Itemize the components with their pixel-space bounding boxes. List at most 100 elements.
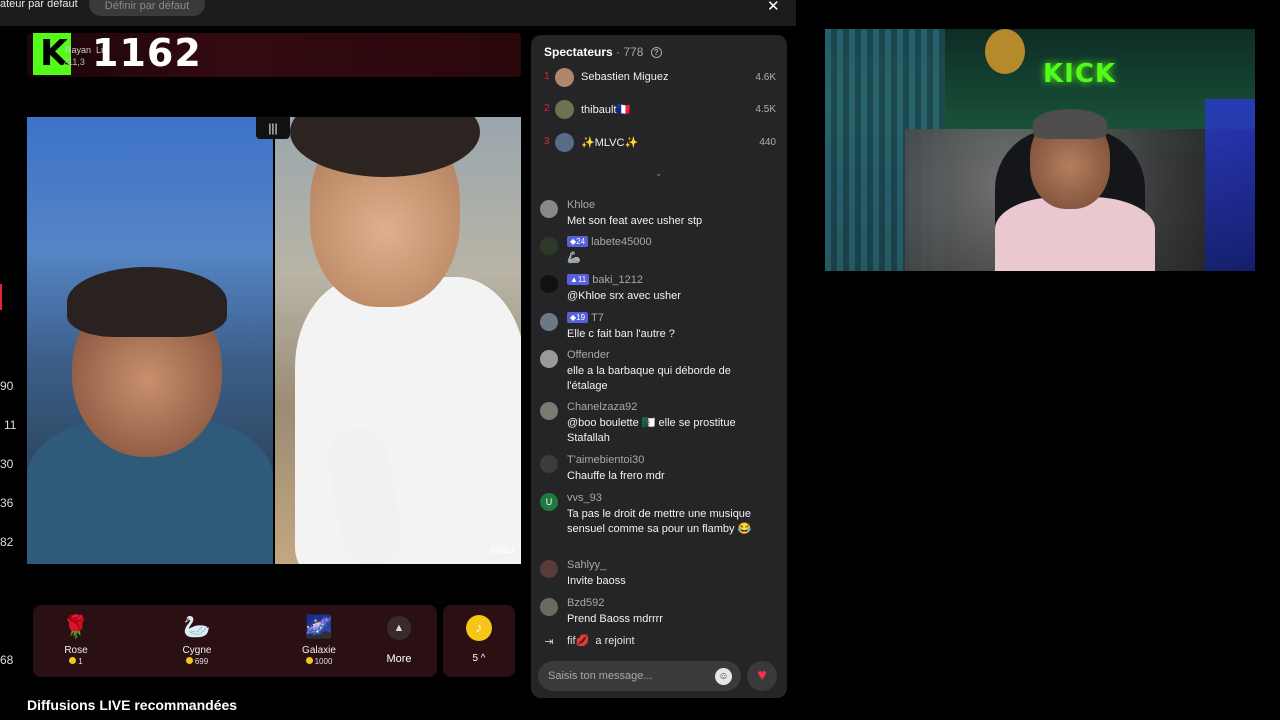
galaxy-icon: 🌌	[305, 614, 333, 639]
avatar[interactable]	[540, 200, 558, 218]
enter-icon: ⇥	[544, 636, 554, 648]
avatar[interactable]	[540, 402, 558, 420]
chat-text: 🦾	[567, 252, 581, 264]
viewer-score: 440	[759, 137, 776, 148]
emoji-icon[interactable]: ☺	[715, 668, 732, 685]
side-number: 36	[0, 496, 14, 510]
chat-text: Met son feat avec usher stp	[567, 215, 703, 227]
avatar[interactable]	[540, 313, 558, 331]
blue-lights	[1205, 99, 1255, 271]
gift-swan[interactable]: 🦢 Cygne 699	[171, 605, 223, 666]
host-likes: 211,3	[63, 57, 85, 67]
avatar[interactable]	[540, 275, 558, 293]
viewers-count: · 778	[616, 45, 644, 59]
chevron-up-icon: ▲	[387, 616, 411, 640]
rank-number: 2	[544, 103, 550, 114]
coins-label: 5 ^	[472, 653, 486, 664]
side-number: 90	[0, 379, 14, 393]
chat-username[interactable]: ▲11 baki_1212	[567, 274, 643, 286]
tiktok-coin-icon: ♪	[466, 615, 492, 641]
avatar[interactable]	[540, 237, 558, 255]
mascot-logo-icon	[985, 29, 1025, 74]
gift-name: Rose	[64, 645, 88, 656]
avatar[interactable]: U	[540, 493, 558, 511]
side-number: 30	[0, 457, 14, 471]
top-viewer-row[interactable]: 2 thibault🇫🇷 4.5K	[544, 100, 780, 120]
video-left-guest[interactable]	[27, 117, 273, 564]
avatar[interactable]	[540, 455, 558, 473]
help-icon[interactable]: ?	[650, 47, 662, 59]
top-bar: ateur par défaut Définir par défaut ✕	[0, 0, 796, 26]
video-right-host[interactable]	[275, 117, 521, 564]
level-badge: ▲11	[567, 274, 590, 285]
top-viewer-row[interactable]: 3 ✨MLVC✨ 440	[544, 133, 780, 153]
chat-username[interactable]: T'aimebientoi30	[567, 454, 644, 466]
chat-username[interactable]: vvs_93	[567, 492, 602, 504]
side-indicator	[0, 284, 2, 310]
avatar	[555, 133, 574, 152]
avatar	[555, 68, 574, 87]
audio-bars-icon[interactable]: |||	[256, 117, 290, 139]
chat-username[interactable]: ◆24 labete45000	[567, 236, 652, 248]
gift-price: 1000	[292, 657, 346, 666]
set-default-button[interactable]: Définir par défaut	[89, 0, 205, 16]
viewer-score: 4.6K	[755, 72, 776, 83]
like-button[interactable]: ♥	[747, 661, 777, 691]
gift-price: 1	[50, 657, 102, 666]
chat-username[interactable]: Sahlyy_	[567, 559, 606, 571]
chat-username[interactable]: Bzd592	[567, 597, 604, 609]
chat-text: @Khloe srx avec usher	[567, 290, 681, 302]
person-hair	[67, 267, 227, 337]
heart-icon: ♥	[757, 667, 767, 684]
rank-number: 1	[544, 71, 550, 82]
side-number: 68	[0, 653, 14, 667]
gift-galaxy[interactable]: 🌌 Galaxie 1000	[292, 605, 346, 666]
coins-button[interactable]: ♪ 5 ^	[443, 605, 515, 677]
video-watermark: SUSU	[490, 546, 515, 555]
viewer-score: 4.5K	[755, 104, 776, 115]
join-text: fif💋 a rejoint	[567, 635, 635, 647]
top-viewer-row[interactable]: 1 Sebastien Miguez 4.6K	[544, 68, 780, 88]
chat-text: @boo boulette 🇩🇿 elle se prostitue Stafa…	[567, 417, 736, 444]
coin-icon	[305, 657, 313, 664]
chat-text: Invite baoss	[567, 575, 626, 587]
chat-username[interactable]: Khloe	[567, 199, 595, 211]
gift-bar: 🌹 Rose 1 🦢 Cygne 699 🌌 Galaxie 1000	[33, 605, 437, 677]
gift-rose[interactable]: 🌹 Rose 1	[50, 605, 102, 666]
rose-icon: 🌹	[62, 614, 90, 639]
close-icon[interactable]: ✕	[767, 0, 780, 15]
avatar[interactable]	[540, 598, 558, 616]
message-input[interactable]	[548, 668, 698, 684]
chat-username[interactable]: ◆19 T7	[567, 312, 604, 324]
kick-neon-sign: KICK	[1043, 59, 1117, 89]
chat-text: Chauffe la frero mdr	[567, 470, 665, 482]
chat-username[interactable]: Chanelzaza92	[567, 401, 637, 413]
default-label: ateur par défaut	[0, 0, 78, 10]
chevron-down-icon[interactable]: ⌄	[655, 168, 663, 179]
viewer-name: thibault🇫🇷	[581, 104, 631, 116]
viewer-count: 1162	[92, 31, 202, 75]
viewers-header[interactable]: Spectateurs · 778 ?	[544, 45, 662, 59]
chat-text: Elle c fait ban l'autre ?	[567, 328, 675, 340]
more-label: More	[386, 653, 412, 665]
gift-name: Galaxie	[302, 645, 336, 656]
avatar	[555, 100, 574, 119]
swan-icon: 🦢	[183, 614, 211, 639]
coin-icon	[185, 657, 193, 664]
message-input-wrap: ☺	[538, 661, 741, 691]
chat-text: elle a la barbaque qui déborde de l'étal…	[567, 365, 731, 392]
side-number: 82	[0, 535, 14, 549]
person-shirt	[295, 277, 521, 564]
side-number: 11	[4, 418, 17, 432]
viewer-name: Sebastien Miguez	[581, 71, 669, 83]
avatar[interactable]	[540, 350, 558, 368]
chat-text: Prend Baoss mdrrrr	[567, 613, 663, 625]
chat-username[interactable]: Offender	[567, 349, 610, 361]
avatar[interactable]	[540, 560, 558, 578]
coin-icon	[69, 657, 77, 664]
more-gifts-button[interactable]: ▲ More	[379, 612, 419, 665]
gift-name: Cygne	[182, 645, 212, 656]
recommended-title: Diffusions LIVE recommandées	[27, 697, 238, 713]
streamer-webcam: KICK	[825, 29, 1255, 271]
viewer-name: ✨MLVC✨	[581, 137, 639, 149]
